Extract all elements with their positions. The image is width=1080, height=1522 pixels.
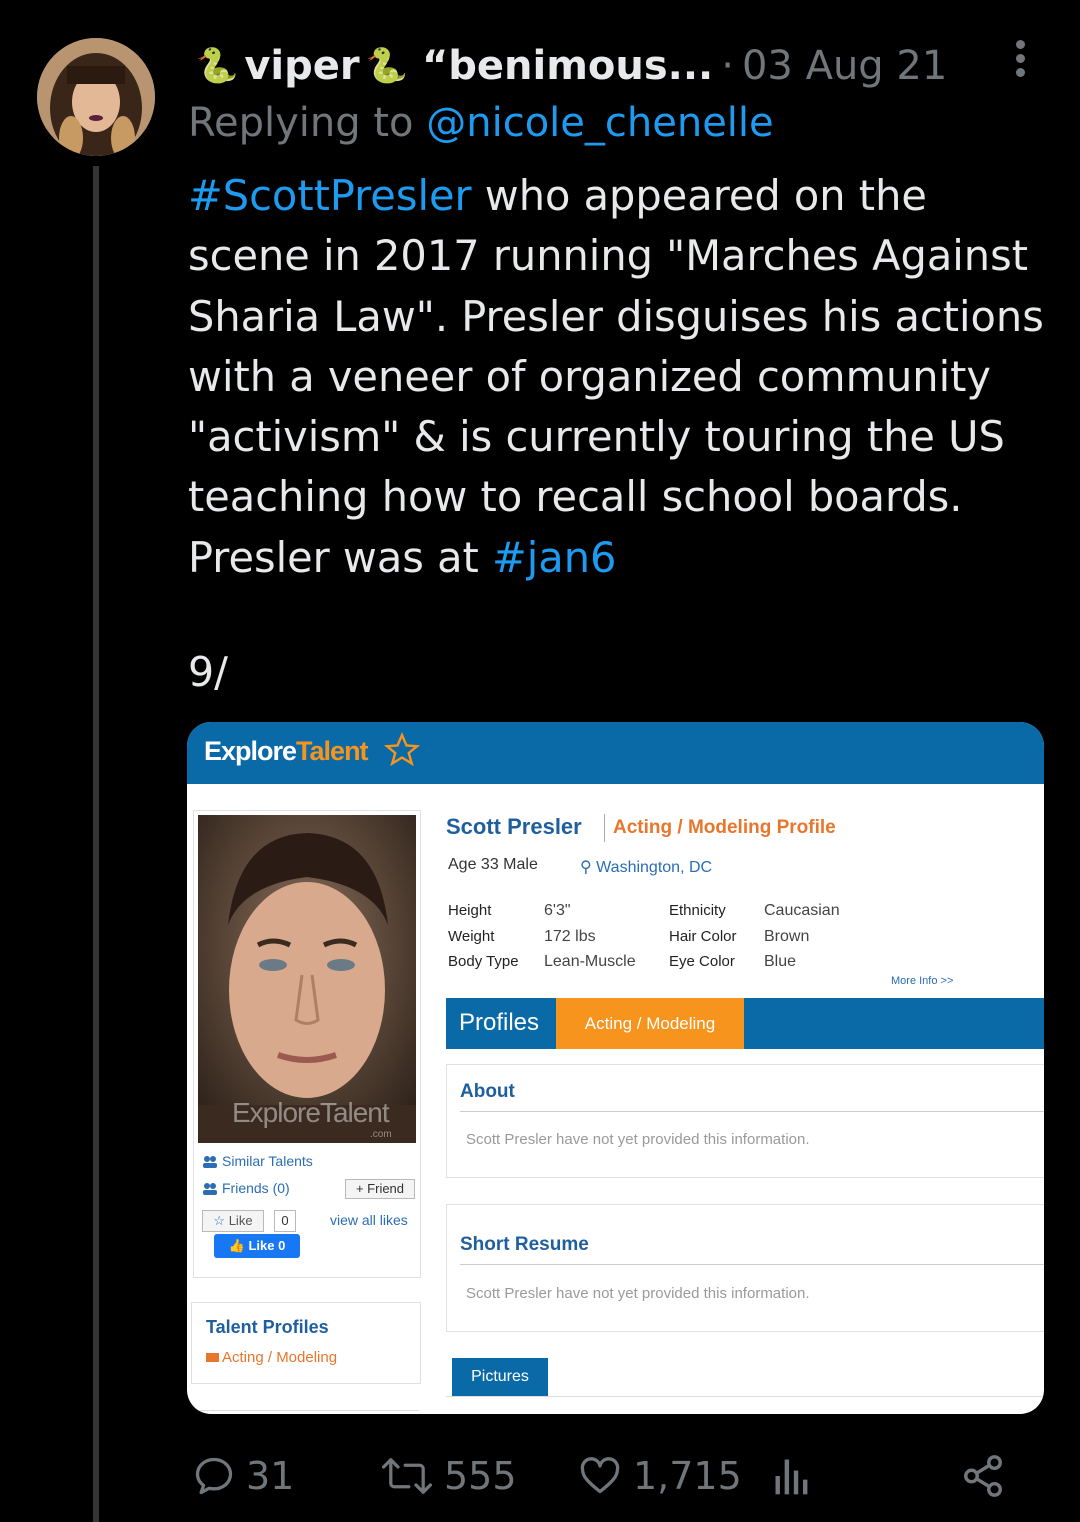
replying-to: Replying to @nicole_chenelle: [188, 100, 774, 146]
divider: [460, 1264, 1044, 1265]
analytics-icon: [775, 1459, 808, 1495]
star-icon: [384, 732, 420, 767]
attached-image[interactable]: ExploreTalent ExploreTalent .com Similar…: [187, 722, 1044, 1414]
profile-photo: ExploreTalent .com: [198, 815, 416, 1143]
analytics-button[interactable]: [772, 1448, 822, 1504]
friends-link[interactable]: Friends (0): [222, 1180, 290, 1196]
reply-button[interactable]: 31: [192, 1448, 294, 1504]
reply-icon: [195, 1457, 233, 1495]
star-icon: ☆: [213, 1213, 226, 1228]
stat-value: Lean-Muscle: [544, 953, 636, 970]
stat-label: Height: [448, 902, 492, 919]
stat-value: 172 lbs: [544, 928, 596, 945]
users-icon: [203, 1156, 217, 1168]
avatar-image: [37, 38, 155, 156]
sidebar-next-box: [191, 1410, 419, 1414]
view-all-likes-link[interactable]: view all likes: [330, 1212, 408, 1228]
talent-profile-acting-link[interactable]: Acting / Modeling: [206, 1349, 337, 1366]
avatar[interactable]: [37, 38, 155, 156]
retweet-icon: [381, 1458, 433, 1494]
tab-acting-modeling[interactable]: Acting / Modeling: [556, 998, 744, 1049]
snake-emoji: 🐍: [365, 46, 408, 86]
more-info-link[interactable]: More Info >>: [891, 975, 953, 987]
similar-talents-link[interactable]: Similar Talents: [222, 1153, 313, 1169]
share-button[interactable]: [960, 1448, 1016, 1504]
short-resume-title: Short Resume: [460, 1234, 589, 1255]
hashtag-scottpresler[interactable]: #ScottPresler: [188, 171, 472, 220]
location[interactable]: ⚲ Washington, DC: [580, 857, 712, 877]
stat-value: 6'3": [544, 902, 571, 919]
tab-pictures[interactable]: Pictures: [452, 1358, 548, 1396]
stat-value: Blue: [764, 953, 797, 970]
talent-profiles-box: Talent Profiles Acting / Modeling: [191, 1302, 421, 1384]
explore-talent-header: ExploreTalent: [187, 722, 1044, 784]
stat-label: Ethnicity: [669, 902, 726, 919]
tab-profiles[interactable]: Profiles: [459, 1009, 539, 1037]
tweet-date[interactable]: 03 Aug 21: [742, 43, 947, 89]
watermark: ExploreTalent: [232, 1097, 390, 1128]
profile-tabbar: Profiles Acting / Modeling: [446, 998, 1044, 1049]
age-sex: Age 33 Male: [448, 856, 538, 873]
explore-talent-logo: ExploreTalent: [204, 736, 369, 766]
divider: [604, 814, 605, 842]
thread-line: [93, 166, 99, 1522]
separator: ·: [721, 43, 734, 89]
stat-label: Body Type: [448, 953, 519, 970]
heart-icon: [580, 1457, 620, 1494]
share-icon: [964, 1455, 1002, 1497]
friends-icon: [203, 1183, 217, 1195]
profile-sidebar: ExploreTalent .com Similar Talents Frien…: [193, 810, 421, 1278]
display-name[interactable]: viper: [244, 43, 359, 89]
like-count: 0: [274, 1210, 296, 1232]
stat-value: Caucasian: [764, 902, 840, 919]
like-button[interactable]: 1,715: [577, 1448, 742, 1504]
profile-type: Acting / Modeling Profile: [613, 817, 836, 838]
divider: [446, 1396, 1044, 1397]
like-count: 1,715: [633, 1454, 742, 1498]
handle[interactable]: “benimous...: [422, 43, 713, 89]
replying-to-handle[interactable]: @nicole_chenelle: [426, 100, 773, 146]
reply-count: 31: [246, 1454, 295, 1498]
more-options-icon[interactable]: [1012, 40, 1028, 80]
tweet-header: 🐍 viper 🐍 “benimous... · 03 Aug 21: [190, 36, 947, 96]
stat-label: Hair Color: [669, 928, 737, 945]
stat-label: Weight: [448, 928, 495, 945]
thread-count: 9/: [188, 648, 228, 696]
tweet-actions: 31 555 1,715: [0, 1448, 1080, 1504]
tweet-text: #ScottPresler who appeared on the scene …: [188, 166, 1048, 588]
video-camera-icon: [206, 1353, 219, 1362]
add-friend-button[interactable]: + Friend: [345, 1179, 415, 1199]
facebook-like-button[interactable]: 👍 Like 0: [214, 1234, 300, 1258]
thumbs-up-icon: 👍: [228, 1238, 245, 1253]
watermark-sub: .com: [370, 1129, 392, 1140]
stat-label: Eye Color: [669, 953, 735, 970]
about-text: Scott Presler have not yet provided this…: [466, 1131, 810, 1148]
hashtag-jan6[interactable]: #jan6: [492, 533, 616, 582]
retweet-count: 555: [444, 1454, 517, 1498]
profile-name: Scott Presler: [446, 814, 582, 839]
tweet-body: who appeared on the scene in 2017 runnin…: [188, 171, 1044, 582]
about-panel: About Scott Presler have not yet provide…: [446, 1064, 1044, 1178]
map-pin-icon: ⚲: [580, 859, 592, 876]
short-resume-panel: Short Resume Scott Presler have not yet …: [446, 1204, 1044, 1332]
like-button[interactable]: ☆ Like: [202, 1210, 264, 1232]
talent-profiles-title: Talent Profiles: [206, 1317, 329, 1337]
short-resume-text: Scott Presler have not yet provided this…: [466, 1285, 810, 1302]
snake-emoji: 🐍: [196, 46, 239, 86]
about-title: About: [460, 1081, 515, 1102]
stat-value: Brown: [764, 928, 810, 945]
replying-prefix: Replying to: [188, 100, 427, 146]
retweet-button[interactable]: 555: [380, 1448, 517, 1504]
divider: [460, 1111, 1044, 1112]
